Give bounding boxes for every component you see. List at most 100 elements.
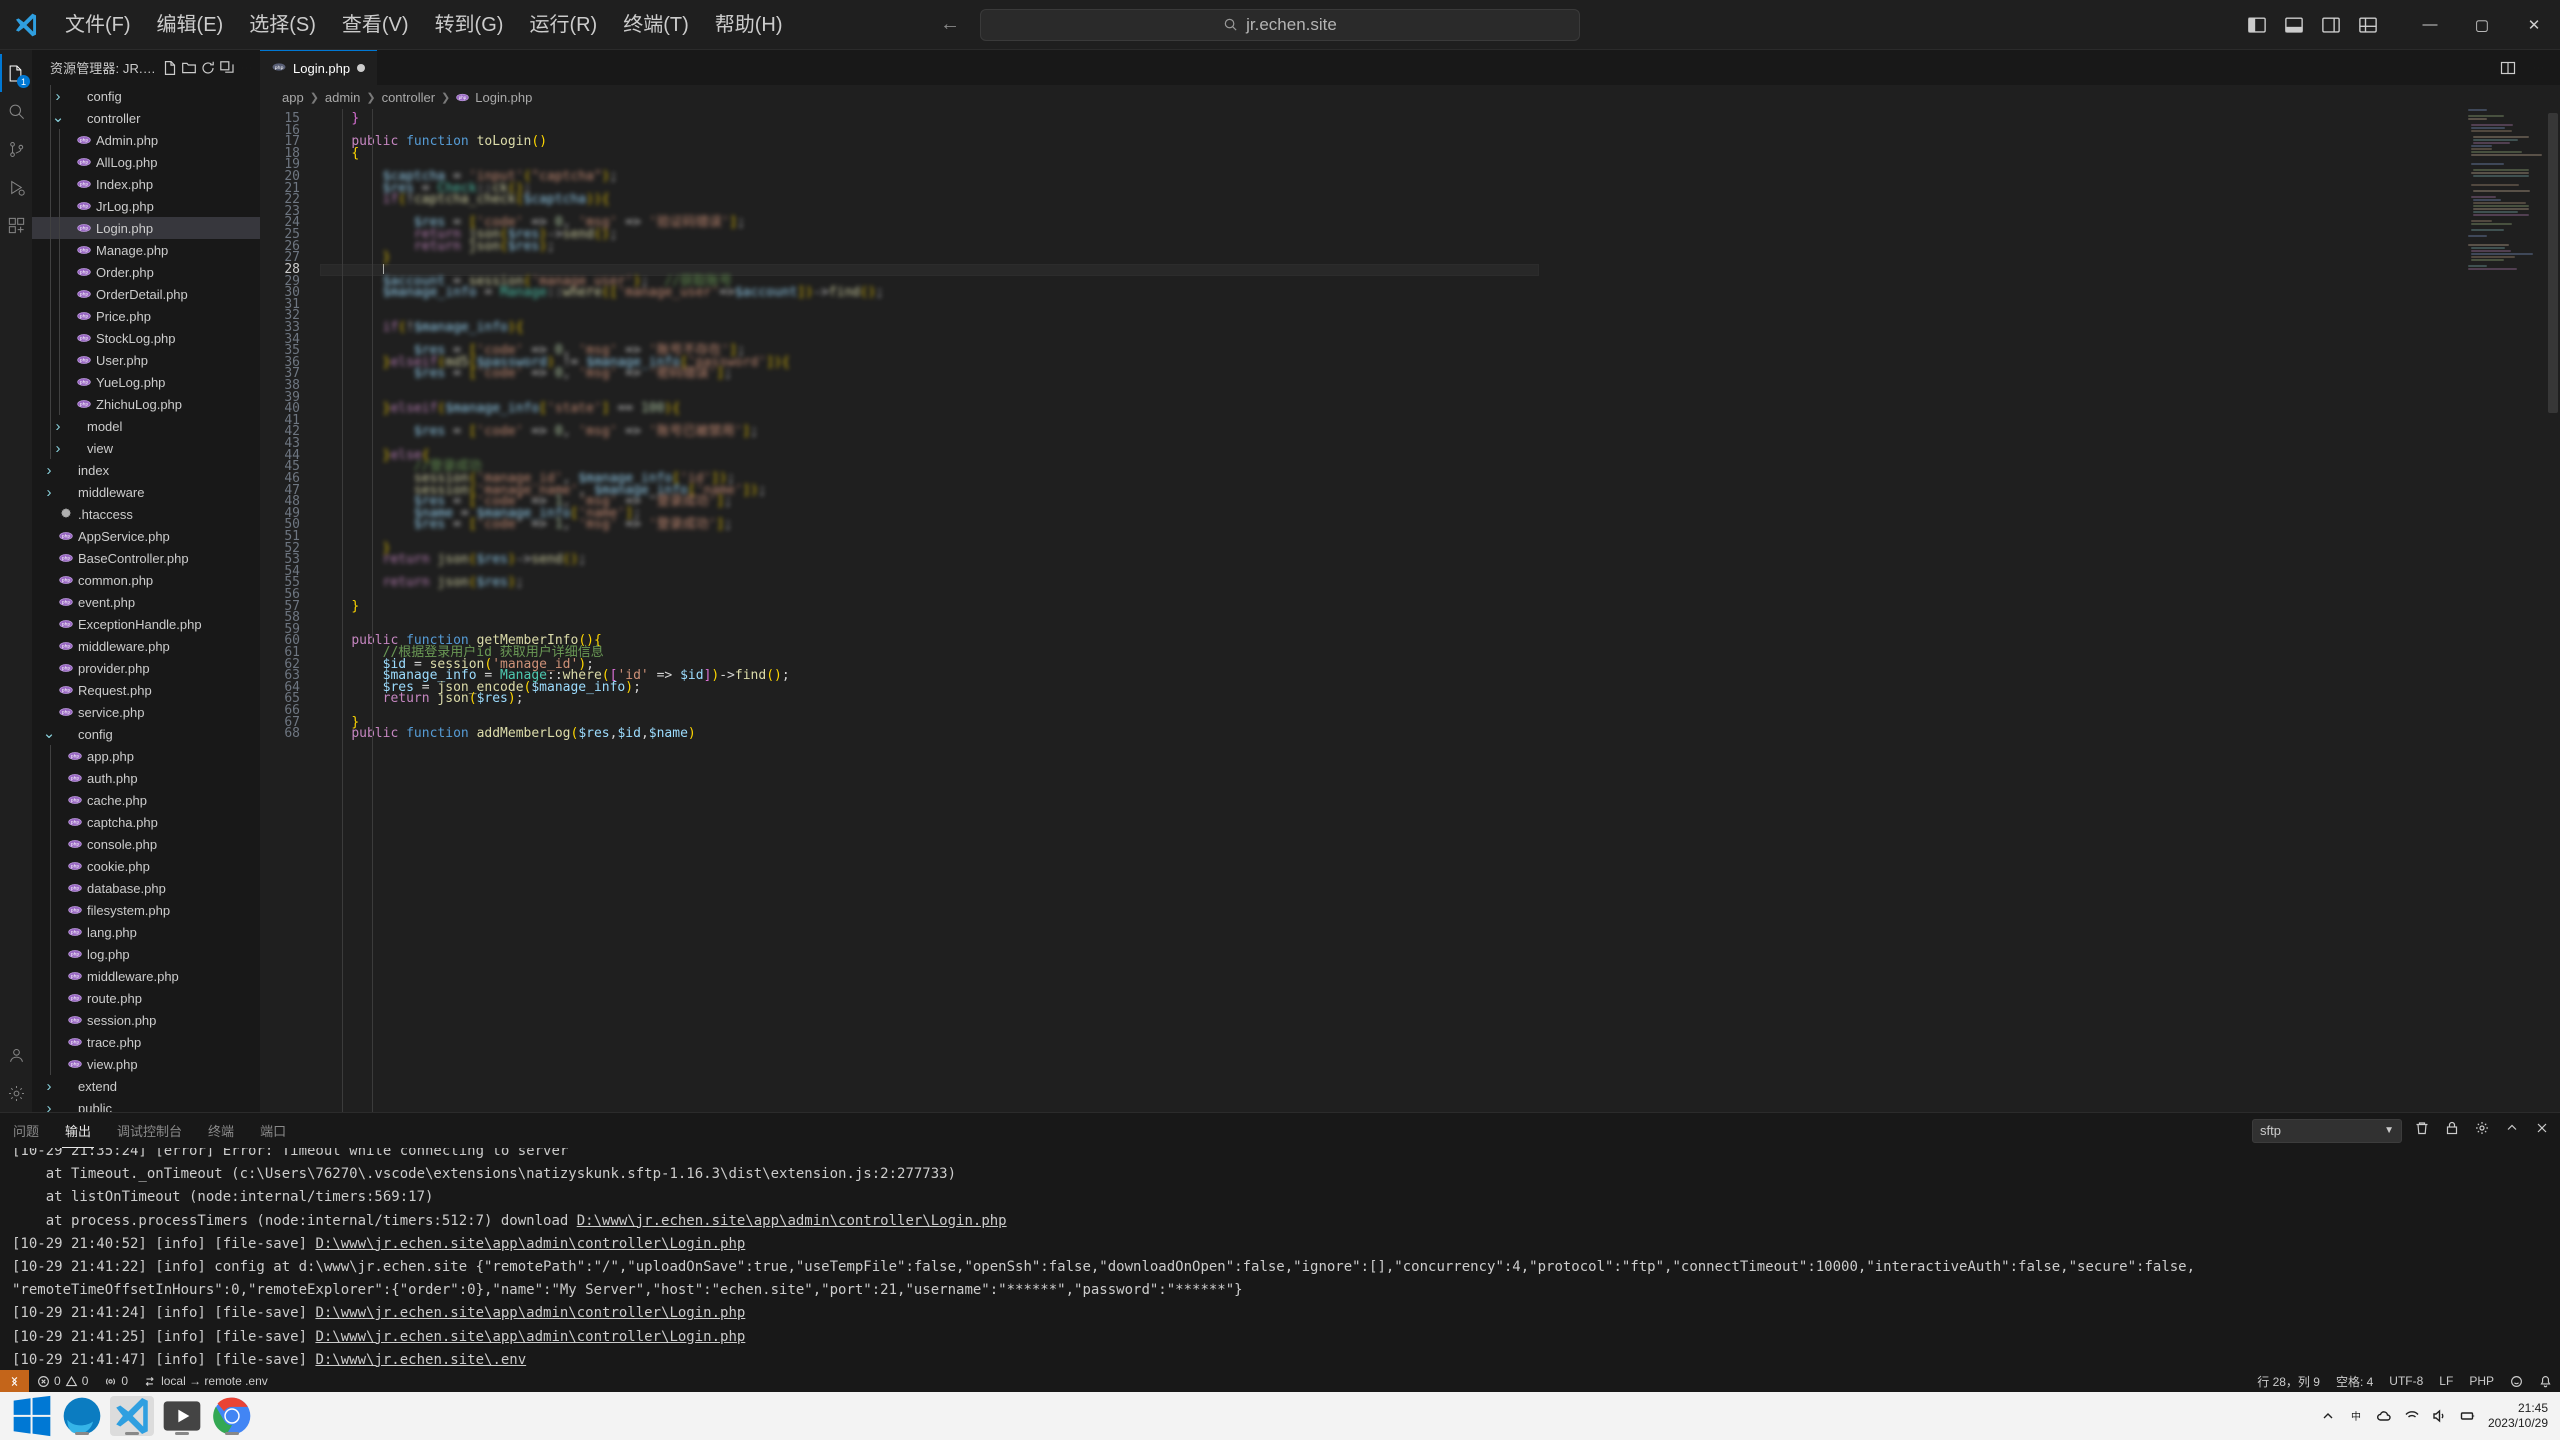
code-line[interactable]	[320, 299, 2560, 311]
code-line[interactable]: $res = Check::ck();	[320, 182, 2560, 195]
maximize-button[interactable]: ▢	[2456, 0, 2508, 50]
panel-tab-0[interactable]: 问题	[0, 1113, 52, 1148]
menu-item-6[interactable]: 终端(T)	[610, 8, 702, 42]
collapse-all-icon[interactable]	[219, 60, 235, 76]
code-line[interactable]: $res = json_encode($manage_info);	[320, 681, 2560, 694]
tree-file-captcha-php[interactable]: php captcha.php	[32, 811, 260, 833]
output-file-link[interactable]: D:\www\jr.echen.site\app\admin\controlle…	[315, 1305, 745, 1321]
code-line[interactable]	[320, 125, 2560, 137]
panel-tab-4[interactable]: 端口	[247, 1113, 299, 1148]
code-line[interactable]: public function addMemberLog($res,$id,$n…	[320, 727, 2560, 740]
tree-file-route-php[interactable]: php route.php	[32, 987, 260, 1009]
tree-file-alllog-php[interactable]: php AllLog.php	[32, 151, 260, 173]
code-line[interactable]: $manage_info = Manage::where(['manage_us…	[320, 286, 2560, 299]
tree-file-view-php[interactable]: php view.php	[32, 1053, 260, 1075]
tree-file-basecontroller-php[interactable]: php BaseController.php	[32, 547, 260, 569]
code-line[interactable]: }	[320, 542, 2560, 555]
tree-file-provider-php[interactable]: php provider.php	[32, 657, 260, 679]
more-actions-icon[interactable]	[238, 60, 254, 76]
code-line[interactable]: //根据登录用户id 获取用户详细信息	[320, 646, 2560, 659]
tree-file-order-php[interactable]: php Order.php	[32, 261, 260, 283]
tree-folder-middleware[interactable]: › middleware	[32, 481, 260, 503]
editor-scrollbar[interactable]	[2546, 109, 2560, 1112]
taskbar-clock[interactable]: 21:45 2023/10/29	[2488, 1401, 2548, 1431]
tree-file-filesystem-php[interactable]: php filesystem.php	[32, 899, 260, 921]
tree-file-session-php[interactable]: php session.php	[32, 1009, 260, 1031]
code-line[interactable]: $res = ['code' => 0, 'msg' => '密码错误'];	[320, 367, 2560, 380]
tree-file-yuelog-php[interactable]: php YueLog.php	[32, 371, 260, 393]
tree-file-orderdetail-php[interactable]: php OrderDetail.php	[32, 283, 260, 305]
tree-file-jrlog-php[interactable]: php JrLog.php	[32, 195, 260, 217]
activity-bar-item-search[interactable]	[0, 92, 32, 130]
toggle-primary-sidebar-icon[interactable]	[2247, 15, 2267, 35]
code-line[interactable]: }	[320, 112, 2560, 125]
tree-file-console-php[interactable]: php console.php	[32, 833, 260, 855]
activity-bar-item-explorer[interactable]: 1	[0, 54, 32, 92]
code-line[interactable]	[320, 380, 2560, 392]
code-line[interactable]: $res = ['code' => 0, 'msg' => '验证码错误'];	[320, 216, 2560, 229]
menu-item-2[interactable]: 选择(S)	[236, 8, 329, 42]
menu-item-5[interactable]: 运行(R)	[516, 8, 610, 42]
status-language-mode[interactable]: PHP	[2461, 1370, 2502, 1392]
tree-file-zhichulog-php[interactable]: php ZhichuLog.php	[32, 393, 260, 415]
remote-indicator-icon[interactable]	[0, 1370, 29, 1392]
chevron-up-icon[interactable]	[2320, 1408, 2336, 1424]
code-line[interactable]: }elseif($manage_info['state'] == 100){	[320, 402, 2560, 415]
code-line[interactable]	[320, 531, 2560, 543]
code-line[interactable]: }	[320, 251, 2560, 264]
output-channel-select[interactable]: sftp ▼	[2252, 1118, 2402, 1143]
more-actions-icon[interactable]	[2530, 60, 2546, 76]
refresh-icon[interactable]	[200, 60, 216, 76]
problems-status[interactable]: 0 0	[29, 1370, 96, 1392]
output-file-link[interactable]: D:\www\jr.echen.site\app\admin\controlle…	[315, 1329, 745, 1345]
code-editor[interactable]: 15 16 17 18 19 20 21 22 23 24 25 26 27 28 29 30 31 32 33 34…	[260, 109, 2560, 1112]
minimize-button[interactable]: —	[2404, 0, 2456, 50]
activity-bar-item-run-and-debug[interactable]	[0, 168, 32, 206]
tree-file-middleware-php[interactable]: php middleware.php	[32, 965, 260, 987]
status-cursor-position[interactable]: 行 28，列 9	[2249, 1370, 2328, 1392]
code-line[interactable]	[320, 310, 2560, 322]
tree-file-login-php[interactable]: php Login.php	[32, 217, 260, 239]
output-file-link[interactable]: D:\www\jr.echen.site\app\admin\controlle…	[577, 1213, 1007, 1229]
menu-item-0[interactable]: 文件(F)	[52, 8, 144, 42]
breadcrumb-item-1[interactable]: admin	[325, 90, 360, 105]
tree-folder-view[interactable]: › view	[32, 437, 260, 459]
tree-folder-controller[interactable]: ⌄ controller	[32, 107, 260, 129]
gear-icon[interactable]	[0, 1074, 32, 1112]
tree-file-cache-php[interactable]: php cache.php	[32, 789, 260, 811]
new-file-icon[interactable]	[162, 60, 178, 76]
tree-folder-public[interactable]: › public	[32, 1097, 260, 1113]
code-line[interactable]: }	[320, 600, 2560, 613]
code-line[interactable]: public function getMemberInfo(){	[320, 634, 2560, 647]
ports-status[interactable]: 0	[96, 1370, 136, 1392]
battery-icon[interactable]	[2460, 1408, 2476, 1424]
close-panel-icon[interactable]	[2532, 1118, 2552, 1143]
tree-folder-model[interactable]: › model	[32, 415, 260, 437]
tree-file-app-php[interactable]: php app.php	[32, 745, 260, 767]
tree-folder-config[interactable]: ⌄ config	[32, 723, 260, 745]
clear-output-icon[interactable]	[2412, 1118, 2432, 1143]
tree-file-manage-php[interactable]: php Manage.php	[32, 239, 260, 261]
tree-folder-extend[interactable]: › extend	[32, 1075, 260, 1097]
code-line[interactable]: return json($res);	[320, 692, 2560, 705]
code-line[interactable]: $captcha = 'input'("captcha");	[320, 170, 2560, 183]
menu-item-7[interactable]: 帮助(H)	[702, 8, 796, 42]
code-line[interactable]	[320, 624, 2560, 636]
tree-file-stocklog-php[interactable]: php StockLog.php	[32, 327, 260, 349]
tree-file-index-php[interactable]: php Index.php	[32, 173, 260, 195]
code-line[interactable]: return json($res)->send();	[320, 228, 2560, 241]
tree-file-service-php[interactable]: php service.php	[32, 701, 260, 723]
tree-file-trace-php[interactable]: php trace.php	[32, 1031, 260, 1053]
code-content[interactable]: } public function toLogin() { $captcha =…	[312, 109, 2560, 1112]
code-line[interactable]: return json($res)->send();	[320, 553, 2560, 566]
network-icon[interactable]	[2404, 1408, 2420, 1424]
menu-item-3[interactable]: 查看(V)	[329, 8, 422, 42]
output-content[interactable]: [10-29 21:35:24] [error] Error: Timeout …	[0, 1148, 2560, 1370]
status-eol[interactable]: LF	[2431, 1370, 2461, 1392]
lock-scroll-icon[interactable]	[2442, 1118, 2462, 1143]
split-editor-icon[interactable]	[2500, 60, 2516, 76]
tree-file-database-php[interactable]: php database.php	[32, 877, 260, 899]
arrow-left-icon[interactable]: ←	[940, 13, 960, 36]
open-settings-icon[interactable]	[2472, 1118, 2492, 1143]
input-method-icon[interactable]: 中	[2348, 1408, 2364, 1424]
